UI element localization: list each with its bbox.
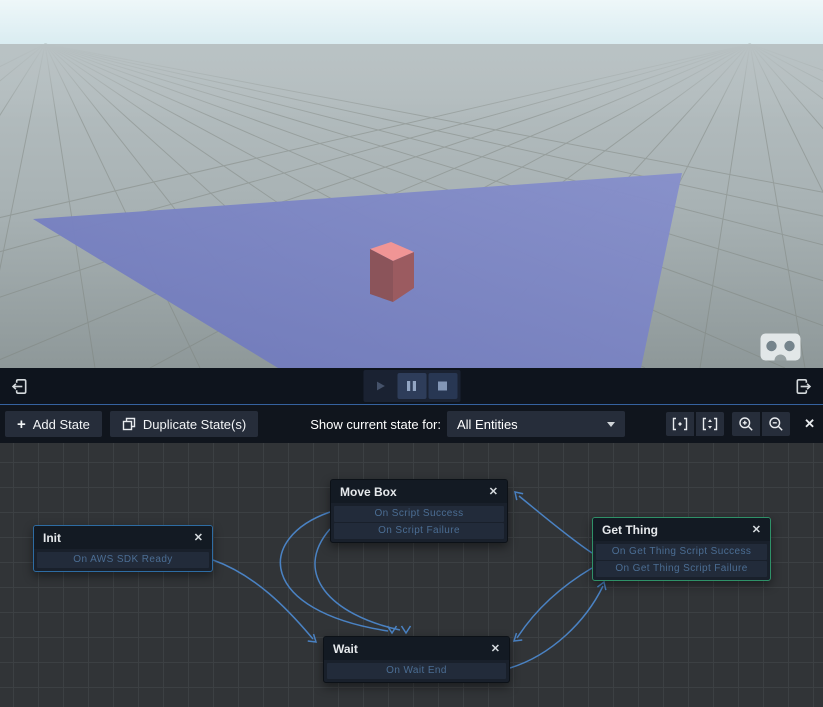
fit-vertical-icon: [702, 417, 718, 431]
sumerian-editor: + Add State Duplicate State(s) Show curr…: [0, 0, 823, 707]
duplicate-state-label: Duplicate State(s): [143, 417, 246, 432]
pause-icon: [406, 380, 418, 392]
state-node-wait[interactable]: Wait ✕ On Wait End: [323, 636, 510, 683]
state-node-title: Wait: [333, 642, 358, 656]
close-icon[interactable]: ✕: [194, 531, 203, 544]
duplicate-icon: [122, 417, 136, 431]
state-node-header[interactable]: Init ✕: [34, 526, 212, 549]
stop-icon: [437, 380, 449, 392]
show-current-state-label: Show current state for:: [310, 417, 441, 432]
stop-button[interactable]: [428, 373, 457, 399]
state-node-transitions: On AWS SDK Ready: [34, 549, 212, 571]
state-node-transitions: On Script SuccessOn Script Failure: [331, 503, 507, 542]
play-icon: [374, 379, 388, 393]
transition-edge[interactable]: [517, 568, 592, 638]
entity-filter-value: All Entities: [457, 417, 518, 432]
horizon-fog: [0, 44, 823, 120]
pause-button[interactable]: [397, 373, 426, 399]
playback-bar: [0, 368, 823, 405]
play-button[interactable]: [366, 373, 395, 399]
add-state-button[interactable]: + Add State: [5, 411, 102, 437]
exit-left-icon[interactable]: [0, 373, 39, 400]
state-node-title: Init: [43, 531, 61, 545]
transition-row[interactable]: On Script Success: [334, 506, 504, 522]
add-state-label: Add State: [33, 417, 90, 432]
close-statemachine-button[interactable]: ✕: [804, 416, 815, 432]
state-node-move-box[interactable]: Move Box ✕ On Script SuccessOn Script Fa…: [330, 479, 508, 543]
transition-edge[interactable]: [519, 496, 592, 553]
arrowhead-icon: [402, 626, 411, 633]
state-node-header[interactable]: Move Box ✕: [331, 480, 507, 503]
state-node-header[interactable]: Wait ✕: [324, 637, 509, 660]
vr-headset-icon[interactable]: [760, 333, 801, 361]
transition-row[interactable]: On Wait End: [327, 663, 506, 679]
plus-icon: +: [17, 417, 26, 432]
transition-row[interactable]: On Get Thing Script Failure: [596, 561, 767, 577]
state-node-get-thing[interactable]: Get Thing ✕ On Get Thing Script SuccessO…: [592, 517, 771, 581]
zoom-out-icon: [768, 416, 784, 432]
fit-vertical-button[interactable]: [696, 412, 724, 436]
entity-filter-dropdown[interactable]: All Entities: [447, 411, 625, 437]
zoom-out-button[interactable]: [762, 412, 790, 436]
arrowhead-icon: [597, 580, 608, 590]
state-node-transitions: On Get Thing Script SuccessOn Get Thing …: [593, 541, 770, 580]
transition-row[interactable]: On AWS SDK Ready: [37, 552, 209, 568]
zoom-in-icon: [738, 416, 754, 432]
state-node-transitions: On Wait End: [324, 660, 509, 682]
zoom-in-button[interactable]: [732, 412, 760, 436]
arrowhead-icon: [511, 633, 522, 644]
3d-viewport[interactable]: [0, 0, 823, 368]
transport-controls: [363, 370, 460, 402]
fit-horizontal-icon: [672, 417, 688, 431]
state-node-header[interactable]: Get Thing ✕: [593, 518, 770, 541]
fit-horizontal-button[interactable]: [666, 412, 694, 436]
caret-down-icon: [607, 422, 615, 427]
close-icon[interactable]: ✕: [489, 485, 498, 498]
statemachine-toolbar: + Add State Duplicate State(s) Show curr…: [0, 405, 823, 443]
exit-right-icon[interactable]: [784, 373, 823, 400]
state-node-title: Get Thing: [602, 523, 658, 537]
transition-row[interactable]: On Script Failure: [334, 523, 504, 539]
statemachine-graph-canvas[interactable]: Init ✕ On AWS SDK Ready Move Box ✕ On Sc…: [0, 443, 823, 707]
close-icon[interactable]: ✕: [491, 642, 500, 655]
sky: [0, 0, 823, 46]
close-icon: ✕: [804, 416, 815, 431]
transition-row[interactable]: On Get Thing Script Success: [596, 544, 767, 560]
state-node-title: Move Box: [340, 485, 397, 499]
duplicate-state-button[interactable]: Duplicate State(s): [110, 411, 258, 437]
close-icon[interactable]: ✕: [752, 523, 761, 536]
toolbar-right-icons: ✕: [658, 412, 815, 436]
3d-scene-render: [0, 0, 823, 368]
transition-edge[interactable]: [213, 560, 313, 639]
state-node-init[interactable]: Init ✕ On AWS SDK Ready: [33, 525, 213, 572]
